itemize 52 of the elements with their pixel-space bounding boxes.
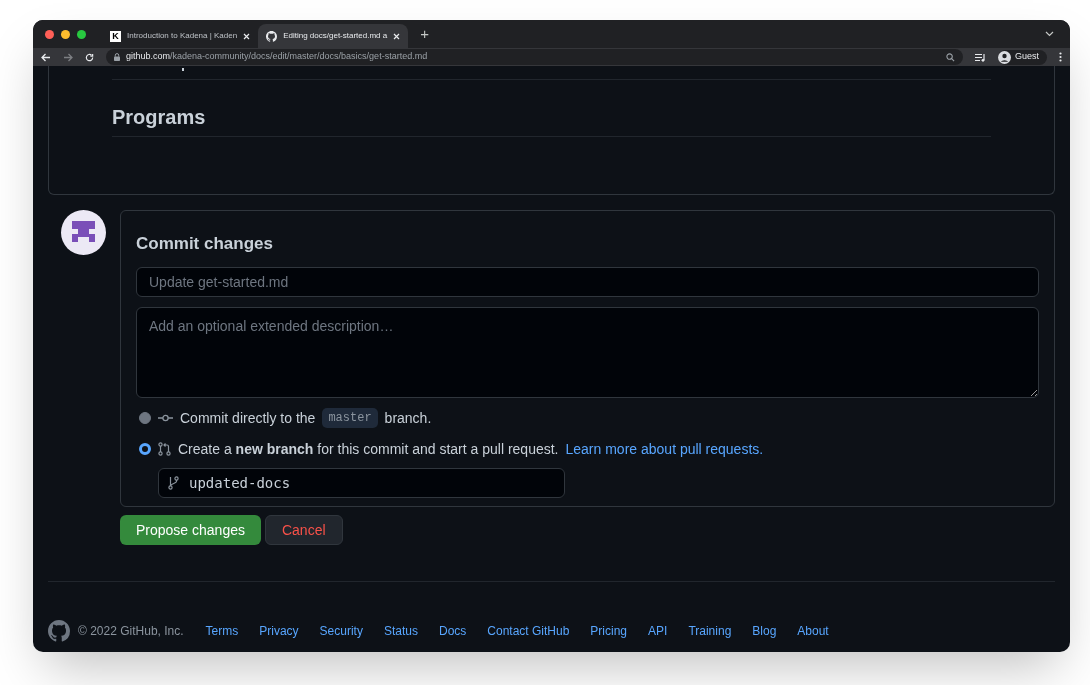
option-label: Create a new branch for this commit and start a pull request.	[178, 439, 559, 459]
branch-name-field[interactable]: updated-docs	[158, 467, 565, 498]
summary-field[interactable]: Update get-started.md	[136, 266, 1039, 297]
profile-button[interactable]: Guest	[998, 49, 1047, 65]
footer-link[interactable]: Blog	[752, 622, 777, 640]
footer-link[interactable]: Status	[383, 622, 418, 640]
section-heading: Programs	[112, 102, 991, 137]
branch-name-code: master	[322, 408, 378, 428]
footer-link[interactable]: Privacy	[259, 622, 299, 640]
tab-title: Editing docs/get-started.md a	[283, 30, 388, 42]
new-tab-button[interactable]: +	[420, 22, 429, 46]
footer-link[interactable]: Docs	[438, 622, 467, 640]
copyright-text: © 2022 GitHub, Inc.	[78, 623, 184, 640]
learn-more-link[interactable]: Learn more about pull requests.	[565, 438, 764, 460]
more-vertical-icon[interactable]	[1059, 52, 1062, 62]
footer-link[interactable]: Security	[319, 622, 363, 640]
zoom-icon[interactable]	[946, 52, 955, 62]
favicon-icon: K	[110, 30, 121, 42]
footer-link[interactable]: Training	[688, 622, 732, 640]
back-arrow-icon[interactable]	[41, 52, 51, 62]
footer-link[interactable]: Terms	[205, 622, 239, 640]
avatar-icon	[61, 210, 106, 255]
cancel-button[interactable]: Cancel	[264, 515, 343, 545]
close-icon[interactable]	[393, 32, 401, 40]
commit-icon	[158, 413, 173, 423]
option-label: branch.	[384, 408, 432, 428]
lock-icon	[114, 53, 120, 61]
branch-icon	[168, 475, 179, 490]
github-logo-icon	[266, 30, 278, 42]
browser-tab[interactable]: K Introduction to Kadena | Kaden	[102, 24, 259, 48]
github-logo-icon[interactable]	[48, 620, 70, 642]
tab-title: Introduction to Kadena | Kaden	[127, 30, 238, 42]
address-bar[interactable]: github.com/kadena-community/docs/edit/master/docs/basics/get-started.md	[106, 49, 963, 65]
propose-changes-button[interactable]: Propose changes	[120, 515, 261, 545]
footer-link[interactable]: Pricing	[590, 622, 628, 640]
footer-link[interactable]: Contact GitHub	[487, 622, 570, 640]
chevron-down-icon[interactable]	[1045, 31, 1054, 37]
description-field[interactable]: Add an optional extended description…	[136, 306, 1039, 398]
close-icon[interactable]	[243, 32, 251, 40]
radio-button[interactable]	[139, 412, 151, 424]
footer-link[interactable]: API	[648, 622, 668, 640]
browser-tab[interactable]: Editing docs/get-started.md a	[258, 24, 409, 48]
commit-title: Commit changes	[136, 233, 274, 255]
pull-request-icon	[158, 442, 171, 456]
person-icon	[998, 50, 1011, 64]
option-label: Commit directly to the	[180, 408, 316, 428]
reload-icon[interactable]	[85, 52, 94, 62]
footer-link[interactable]: About	[797, 622, 829, 640]
forward-arrow-icon[interactable]	[63, 52, 73, 62]
radio-button[interactable]	[139, 443, 151, 455]
url-text: github.com/kadena-community/docs/edit/master/docs/basics/get-started.md	[126, 50, 428, 64]
playlist-icon[interactable]	[975, 52, 986, 62]
